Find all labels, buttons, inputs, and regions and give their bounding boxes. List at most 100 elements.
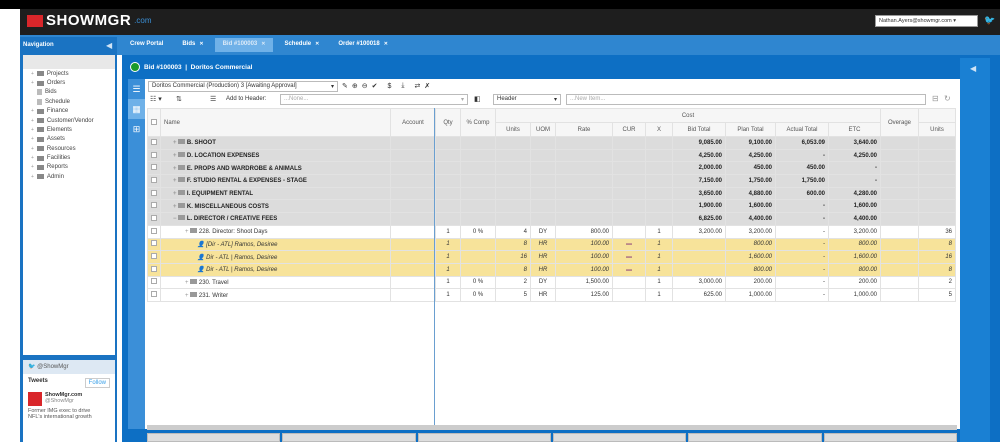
refresh-icon[interactable]: ↻ [944,94,951,103]
table-row[interactable]: + E. PROPS AND WARDROBE & ANIMALS 2,000.… [147,161,956,176]
new-item-input[interactable]: ...New Item... [566,94,926,105]
back-icon[interactable]: ◧ [474,95,481,103]
add-icon[interactable]: ⊕ [352,82,358,90]
currency-icon[interactable]: $ [388,83,392,90]
col-overage[interactable]: Overage [880,108,919,137]
sort-icon[interactable]: ⇅ [176,95,182,103]
bottom-tab[interactable] [417,433,551,442]
expand-icon[interactable]: + [173,191,177,197]
row-checkbox[interactable] [151,164,157,171]
close-tab-icon[interactable]: ✕ [384,41,388,47]
type-select[interactable]: Header ▾ [493,94,561,105]
list-view-icon[interactable]: ☰ [128,79,145,99]
remove-icon[interactable]: ⊖ [362,82,368,90]
expand-icon[interactable]: + [185,293,189,299]
col-plan-total[interactable]: Plan Total [725,122,776,137]
expand-icon[interactable]: + [31,146,34,152]
nav-item[interactable]: Schedule [23,97,115,106]
col-qty[interactable]: Qty [435,108,461,137]
row-checkbox[interactable] [151,291,157,298]
horizontal-scrollbar[interactable] [147,425,957,430]
expand-icon[interactable]: + [31,108,34,114]
expand-icon[interactable]: + [173,140,177,146]
table-row[interactable]: − L. DIRECTOR / CREATIVE FEES 6,825.00 4,… [147,212,956,226]
col-cur[interactable]: CUR [612,122,646,137]
col-units-2[interactable]: Units [918,122,956,137]
col-units[interactable]: Units [495,122,531,137]
row-checkbox[interactable] [151,189,157,196]
collapse-right-icon[interactable]: ◀ [970,64,980,73]
row-checkbox[interactable] [151,240,157,247]
select-all[interactable] [147,108,161,137]
nav-item[interactable]: + Facilities [23,153,115,162]
table-row[interactable]: + I. EQUIPMENT RENTAL 3,650.00 4,880.00 60… [147,186,956,201]
table-row[interactable]: + F. STUDIO RENTAL & EXPENSES - STAGE 7,… [147,174,956,188]
col-x[interactable]: X [645,122,673,137]
bottom-tab[interactable] [552,433,687,442]
col-bid-total[interactable]: Bid Total [672,122,726,137]
row-checkbox[interactable] [151,202,157,209]
col-name[interactable]: Name [160,108,391,137]
col-uom[interactable]: UOM [530,122,556,137]
row-checkbox[interactable] [151,265,157,272]
grid-view-icon[interactable]: ▦ [128,99,145,119]
table-row[interactable]: + D. LOCATION EXPENSES 4,250.00 4,250.00-… [147,148,956,163]
tab[interactable]: Bids ✕ [174,38,211,52]
nav-item[interactable]: + Admin [23,172,115,181]
approve-icon[interactable]: ✔ [372,82,378,90]
nav-item[interactable]: + Reports [23,163,115,172]
expand-icon[interactable]: + [31,127,34,133]
tab[interactable]: Schedule ✕ [276,38,327,52]
expand-icon[interactable]: + [185,229,189,235]
bottom-tab[interactable] [147,433,281,442]
swap-icon[interactable]: ⇄ [415,82,421,90]
expand-icon[interactable]: − [173,216,177,222]
row-checkbox[interactable] [151,278,157,285]
expand-icon[interactable]: + [31,80,34,86]
table-row[interactable]: 👤 [Dir - ATL] Ramos, Desiree 1 8 HR 100.00 … [147,237,956,252]
row-checkbox[interactable] [151,214,157,221]
download-icon[interactable]: ⤓ [401,82,404,90]
expand-icon[interactable]: + [173,204,177,210]
table-row[interactable]: + K. MISCELLANEOUS COSTS 1,900.00 1,600.0… [147,199,956,214]
expand-icon[interactable]: + [173,166,177,172]
table-row[interactable]: + 230. Travel 10 % 2 DY 1,500.00 1 3,000.00 2… [147,275,956,290]
table-row[interactable]: + 228. Director: Shoot Days 10 % 4 DY 800.0… [147,224,956,239]
expand-icon[interactable]: + [31,174,34,180]
nav-item[interactable]: + Assets [23,135,115,144]
user-dropdown[interactable]: Nathan.Ayers@showmgr.com ▾ [875,15,978,27]
close-tab-icon[interactable]: ✕ [261,41,265,47]
bottom-tab[interactable] [282,433,416,442]
close-tab-icon[interactable]: ✕ [199,41,203,47]
tab[interactable]: Crew Portal [122,38,171,52]
expand-icon[interactable]: + [31,136,34,142]
col-etc[interactable]: ETC [828,122,881,137]
nav-item[interactable]: Bids [23,88,115,97]
expand-icon[interactable]: + [31,164,34,170]
nav-item[interactable]: + Finance [23,107,115,116]
expand-icon[interactable]: + [173,153,177,159]
tab[interactable]: Order #100018 ✕ [330,38,396,52]
tool-icon[interactable]: ✗ [424,82,430,90]
nav-item[interactable]: + Resources [23,144,115,153]
col-comp[interactable]: % Comp [460,108,496,137]
tab[interactable]: Bid #100003 ✕ [214,38,274,52]
expand-icon[interactable]: + [31,71,34,77]
logo[interactable]: SHOWMGR .com [27,12,152,29]
expand-icon[interactable]: + [31,118,34,124]
bottom-tab[interactable] [823,433,957,442]
expand-icon[interactable]: + [185,280,189,286]
save-icon[interactable]: ⊟ [932,94,939,103]
nav-item[interactable]: + Orders [23,78,115,87]
nav-item[interactable]: + Customer/Vendor [23,116,115,125]
col-account[interactable]: Account [390,108,436,137]
col-rate[interactable]: Rate [555,122,613,137]
table-row[interactable]: 👤 Dir - ATL | Ramos, Desiree 1 8 HR 100.00 … [147,262,956,277]
table-row[interactable]: 👤 Dir - ATL | Ramos, Desiree 1 16 HR 100.00… [147,250,956,264]
edit-icon[interactable]: ✎ [342,82,348,90]
header-parent-select[interactable]: ...None... ▾ [280,94,468,105]
bottom-tab[interactable] [688,433,822,442]
collapse-nav-icon[interactable]: ◀ [106,41,112,50]
col-actual-total[interactable]: Actual Total [775,122,829,137]
table-view-icon[interactable]: ⊞ [128,119,145,139]
